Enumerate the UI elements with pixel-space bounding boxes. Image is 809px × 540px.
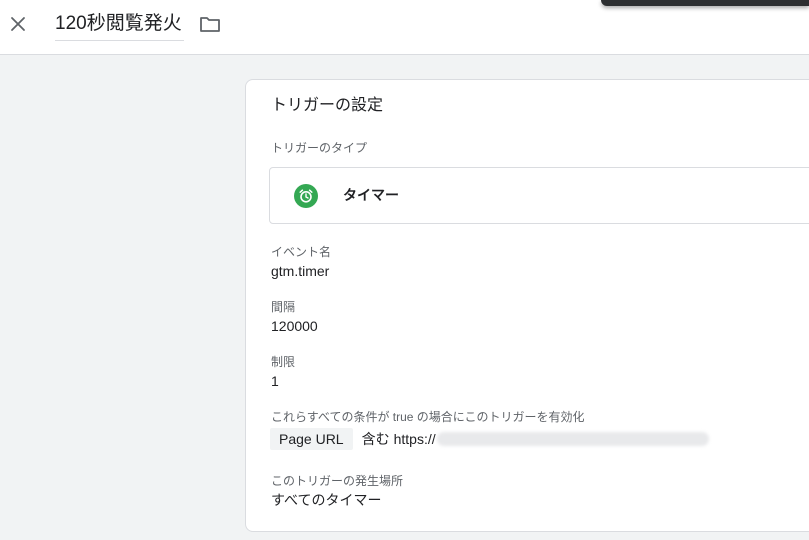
- conditions-label: これらすべての条件が true の場合にこのトリガーを有効化: [271, 410, 585, 424]
- trigger-config-card: トリガーの設定 トリガーのタイプ タイマー イベント名 gtm.timer 間隔…: [245, 79, 809, 532]
- editor-header: 120秒閲覧発火: [0, 0, 809, 55]
- overlay-edge: [601, 0, 809, 6]
- condition-row: Page URL 含む https://: [270, 428, 709, 450]
- trigger-title[interactable]: 120秒閲覧発火: [55, 10, 184, 41]
- folder-icon: [200, 17, 220, 32]
- close-icon: [11, 17, 25, 31]
- event-name-value: gtm.timer: [271, 263, 330, 279]
- trigger-type-name: タイマー: [343, 187, 399, 203]
- interval-label: 間隔: [271, 300, 296, 314]
- trigger-type-selector[interactable]: タイマー: [269, 167, 809, 224]
- alarm-clock-icon: [294, 184, 318, 208]
- fires-on-label: このトリガーの発生場所: [271, 474, 404, 488]
- close-button[interactable]: [7, 13, 29, 35]
- limit-value: 1: [271, 373, 279, 389]
- condition-variable-chip: Page URL: [270, 428, 353, 450]
- folder-button[interactable]: [198, 13, 222, 35]
- trigger-type-label: トリガーのタイプ: [271, 141, 368, 155]
- event-name-label: イベント名: [271, 245, 332, 259]
- fires-on-value: すべてのタイマー: [271, 492, 382, 508]
- limit-label: 制限: [271, 355, 296, 369]
- condition-operator: 含む: [361, 431, 390, 447]
- redacted-url: [436, 432, 709, 446]
- card-title: トリガーの設定: [271, 97, 384, 114]
- interval-value: 120000: [271, 318, 318, 334]
- condition-value: https://: [393, 431, 436, 447]
